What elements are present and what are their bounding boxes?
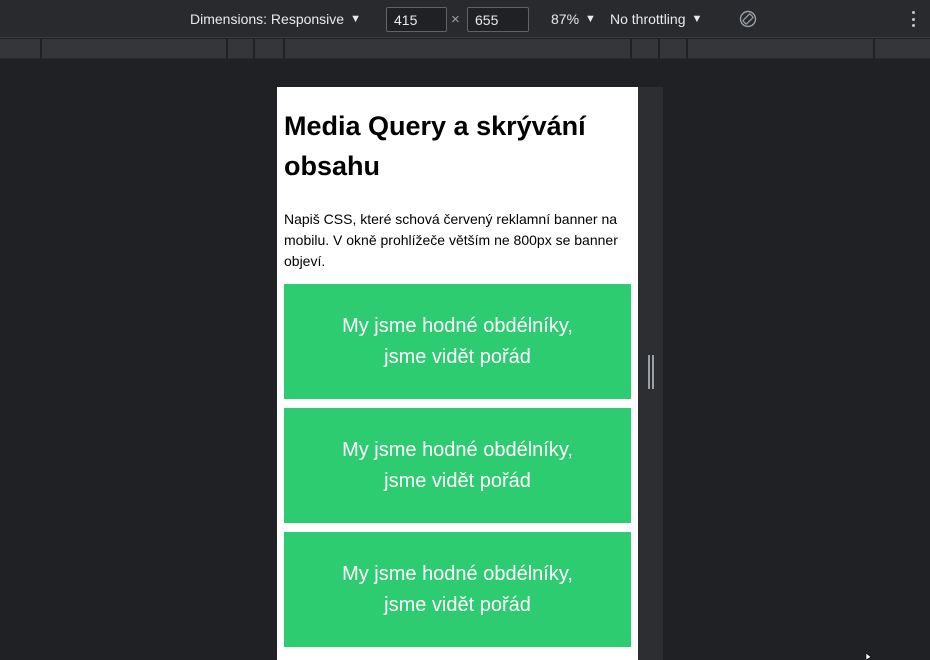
chevron-down-icon: ▼ xyxy=(691,13,703,25)
page-description: Napiš CSS, které schová červený reklamní… xyxy=(284,211,618,269)
grip-icon xyxy=(648,355,654,389)
throttling-label: No throttling xyxy=(610,11,686,27)
green-box-text: My jsme hodné obdélníky, jsme vidět pořá… xyxy=(342,314,573,368)
viewport-resize-handle[interactable] xyxy=(638,87,663,660)
rotate-icon[interactable] xyxy=(739,10,757,28)
zoom-label: 87% xyxy=(551,11,580,27)
device-toolbar: Dimensions: Responsive ▼ 415 × 655 87% ▼… xyxy=(0,0,930,38)
green-box: My jsme hodné obdélníky, jsme vidět pořá… xyxy=(284,284,631,399)
chevron-down-icon: ▼ xyxy=(585,13,596,25)
times-symbol: × xyxy=(451,11,460,28)
height-input[interactable]: 655 xyxy=(467,7,529,32)
green-box-text: My jsme hodné obdélníky, jsme vidět pořá… xyxy=(342,438,573,492)
device-viewport: Media Query a skrývání obsahu Napiš CSS,… xyxy=(277,87,638,660)
page-heading: Media Query a skrývání obsahu xyxy=(284,111,586,181)
green-box: My jsme hodné obdélníky, jsme vidět pořá… xyxy=(284,408,631,523)
green-box-text: My jsme hodné obdélníky, jsme vidět pořá… xyxy=(342,562,573,616)
throttling-dropdown[interactable]: No throttling ▼ xyxy=(610,0,702,38)
mouse-cursor-icon xyxy=(866,653,872,660)
green-box: My jsme hodné obdélníky, jsme vidět pořá… xyxy=(284,532,631,647)
dimensions-dropdown[interactable]: Dimensions: Responsive ▼ xyxy=(190,0,361,38)
media-query-ruler[interactable] xyxy=(0,39,930,59)
zoom-dropdown[interactable]: 87% ▼ xyxy=(551,0,596,38)
width-input[interactable]: 415 xyxy=(386,7,447,32)
dimensions-label: Dimensions: Responsive xyxy=(190,11,345,27)
more-vertical-icon[interactable] xyxy=(910,11,916,27)
chevron-down-icon: ▼ xyxy=(350,13,361,25)
